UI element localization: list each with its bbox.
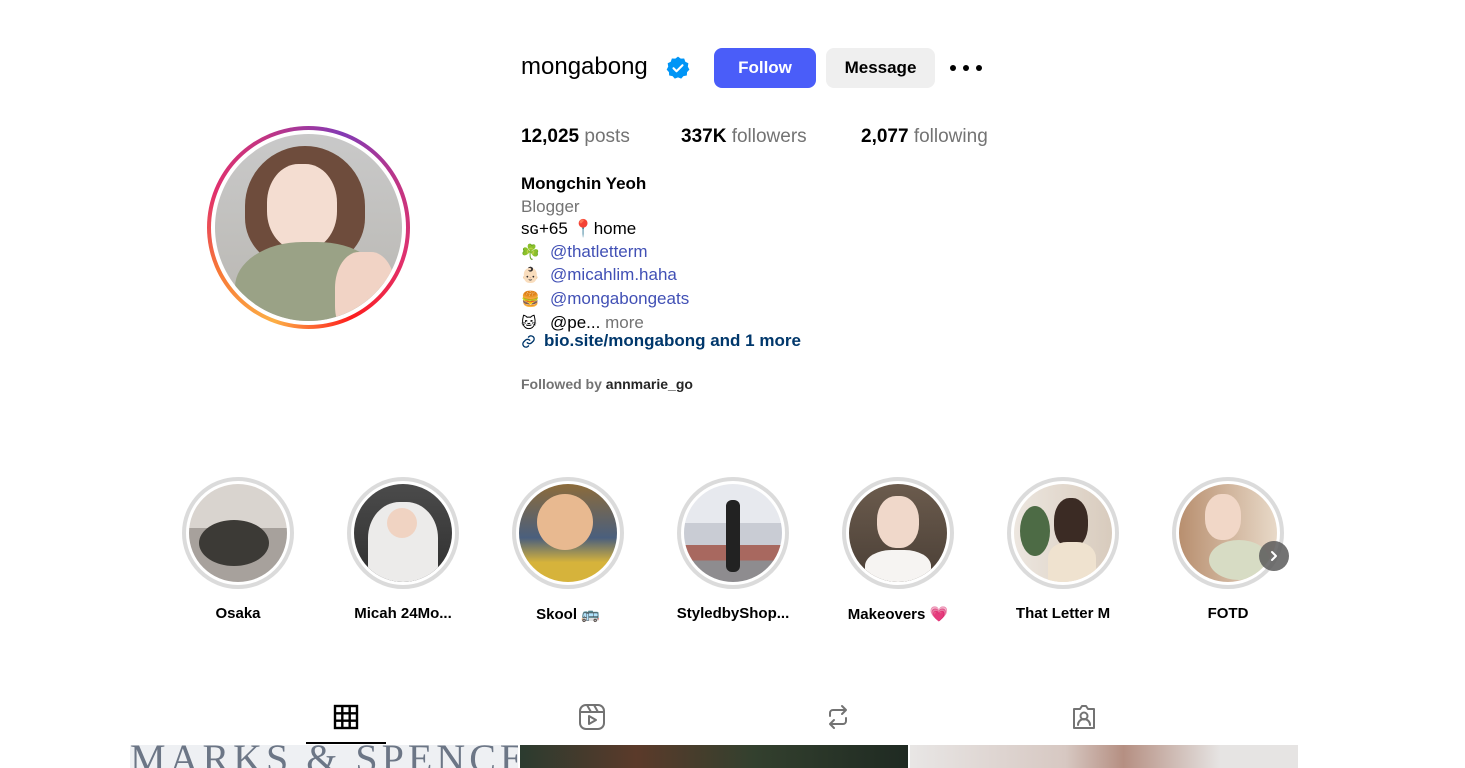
post-thumbnail[interactable] xyxy=(910,745,1298,768)
highlight-cover xyxy=(1014,484,1112,582)
highlight-item[interactable]: That Letter M xyxy=(1003,477,1123,622)
grid-icon xyxy=(333,704,359,730)
post-thumbnail-text: MARKS & SPENCER xyxy=(130,745,518,768)
highlight-label: Osaka xyxy=(215,605,261,622)
burger-emoji: 🍔 xyxy=(521,290,540,308)
bio-mention-row: ☘️ @thatletterm xyxy=(521,241,689,265)
post-thumbnail[interactable]: MARKS & SPENCER xyxy=(130,745,518,768)
highlight-ring xyxy=(512,477,624,589)
highlight-cover xyxy=(189,484,287,582)
bio: Mongchin Yeoh Blogger sɢ+65 📍home ☘️ @tha… xyxy=(521,173,689,335)
highlight-label: Micah 24Mo... xyxy=(354,605,452,622)
mention-link[interactable]: @mongabongeats xyxy=(550,289,689,308)
posts-count: 12,025 posts xyxy=(521,126,630,148)
category-label: Blogger xyxy=(521,196,580,216)
chevron-right-glyph xyxy=(1271,551,1277,561)
following-number: 2,077 xyxy=(861,126,909,147)
following-link[interactable]: 2,077 following xyxy=(861,126,988,148)
highlight-cover xyxy=(354,484,452,582)
repost-icon xyxy=(829,705,847,729)
highlight-cover xyxy=(684,484,782,582)
highlight-item[interactable]: Makeovers 💗 xyxy=(838,477,958,623)
seal-shape xyxy=(199,520,269,566)
highlight-label: Makeovers 💗 xyxy=(847,606,949,623)
following-label: following xyxy=(913,126,988,147)
tab-reels[interactable] xyxy=(575,700,609,734)
baby-face-shape xyxy=(387,508,417,538)
posts-label: posts xyxy=(584,126,630,147)
plant-shape xyxy=(1020,506,1050,556)
chevron-right-icon[interactable] xyxy=(1259,541,1289,571)
tab-posts[interactable] xyxy=(329,700,363,734)
dress-shape xyxy=(1048,542,1096,582)
followers-label: followers xyxy=(731,126,807,147)
tab-reposts[interactable] xyxy=(821,700,855,734)
followers-number: 337K xyxy=(681,126,727,147)
tagged-icon xyxy=(1073,705,1095,729)
highlight-ring xyxy=(677,477,789,589)
bio-more-button[interactable]: more xyxy=(605,313,644,332)
highlight-item[interactable]: Micah 24Mo... xyxy=(343,477,463,622)
bio-link-text: bio.site/mongabong and 1 more xyxy=(544,331,801,350)
reels-icon xyxy=(579,704,605,730)
followed-by-prefix: Followed by xyxy=(521,376,602,392)
highlight-ring xyxy=(182,477,294,589)
bio-mention-row: 🍔 @mongabongeats xyxy=(521,288,689,312)
username: mongabong xyxy=(521,53,648,80)
highlight-label: StyledbyShop... xyxy=(676,605,790,622)
highlight-ring xyxy=(1007,477,1119,589)
child-face-shape xyxy=(537,494,593,550)
person-shape xyxy=(726,500,740,572)
clover-emoji: ☘️ xyxy=(521,243,540,261)
verified-badge-icon xyxy=(666,56,690,79)
followed-by-user: annmarie_go xyxy=(605,376,693,392)
highlight-ring xyxy=(347,477,459,589)
avatar-border xyxy=(211,130,406,325)
top-shape xyxy=(865,550,931,582)
message-button[interactable]: Message xyxy=(826,48,935,88)
highlight-item[interactable]: StyledbyShop... xyxy=(673,477,793,622)
highlight-cover xyxy=(519,484,617,582)
highlight-label: Skool 🚌 xyxy=(536,606,600,623)
followers-link[interactable]: 337K followers xyxy=(681,126,807,148)
face-shape xyxy=(1205,494,1241,540)
post-thumbnail[interactable] xyxy=(520,745,908,768)
follow-button[interactable]: Follow xyxy=(714,48,816,88)
highlight-ring xyxy=(1172,477,1284,589)
bio-mention-row: 👶🏻 @micahlim.haha xyxy=(521,264,689,288)
truncated-text: @pe... xyxy=(550,312,601,332)
highlight-label: That Letter M xyxy=(1015,605,1111,622)
link-icon xyxy=(522,334,535,348)
avatar-face xyxy=(267,164,337,250)
highlight-item[interactable]: Osaka xyxy=(178,477,298,622)
highlight-cover xyxy=(849,484,947,582)
tab-tagged[interactable] xyxy=(1067,700,1101,734)
highlight-label: FOTD xyxy=(1207,605,1249,622)
avatar-arm xyxy=(335,252,395,321)
baby-emoji: 👶🏻 xyxy=(521,267,540,285)
face-shape xyxy=(877,496,919,548)
highlight-ring xyxy=(842,477,954,589)
mention-link[interactable]: @micahlim.haha xyxy=(550,265,677,284)
mention-link[interactable]: @thatletterm xyxy=(550,242,648,261)
highlight-cover xyxy=(1179,484,1277,582)
bio-line: sɢ+65 📍home xyxy=(521,219,637,239)
highlight-item[interactable]: Skool 🚌 xyxy=(508,477,628,623)
active-tab-indicator xyxy=(306,742,386,744)
profile-avatar[interactable] xyxy=(207,126,410,329)
avatar-photo xyxy=(215,134,402,321)
bio-link[interactable]: bio.site/mongabong and 1 more xyxy=(521,331,801,351)
followed-by[interactable]: Followed by annmarie_go xyxy=(521,376,693,392)
hair-shape xyxy=(1054,498,1088,548)
full-name: Mongchin Yeoh xyxy=(521,174,647,193)
posts-number: 12,025 xyxy=(521,126,580,147)
more-options-icon[interactable] xyxy=(950,57,982,79)
